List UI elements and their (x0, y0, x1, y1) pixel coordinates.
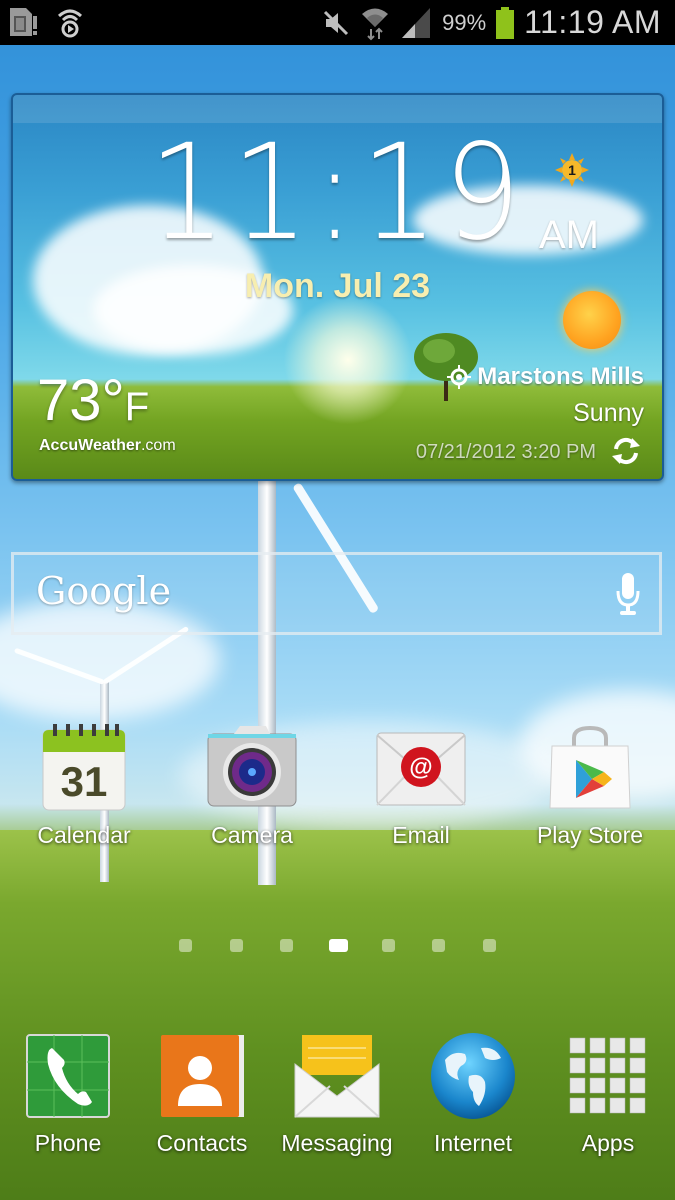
dock-phone[interactable]: Phone (0, 1030, 143, 1157)
temperature-value: 73° (37, 368, 125, 433)
weather-condition: Sunny (573, 399, 644, 427)
app-camera[interactable]: Camera (177, 722, 327, 849)
clock-ampm: AM (539, 213, 599, 257)
app-email[interactable]: @ Email (346, 722, 496, 849)
wifi-data-icon (362, 8, 389, 40)
page-dot[interactable] (382, 939, 395, 952)
page-indicator[interactable] (0, 938, 675, 954)
battery-percent: 99% (442, 9, 487, 35)
globe-icon (427, 1030, 519, 1122)
google-search-bar[interactable]: Google (11, 552, 662, 635)
sun-glow (283, 295, 413, 425)
page-dot[interactable] (230, 939, 243, 952)
app-label: Calendar (37, 822, 131, 848)
phone-icon (22, 1030, 114, 1122)
contacts-icon (156, 1030, 248, 1122)
email-icon: @ (375, 722, 467, 814)
app-label: Phone (34, 1130, 102, 1156)
temperature-unit: F (124, 385, 150, 429)
location-name: Marstons Mills (477, 363, 644, 390)
weather-location: Marstons Mills (447, 363, 644, 391)
location-target-icon (447, 365, 472, 389)
app-label: Camera (211, 822, 293, 848)
page-dot[interactable] (179, 939, 192, 952)
app-label: Play Store (536, 822, 644, 848)
refresh-icon[interactable] (610, 435, 642, 467)
play-store-icon (544, 722, 636, 814)
calendar-day: 31 (61, 758, 108, 805)
sim-card-alert-icon (10, 8, 37, 36)
status-time: 11:19 AM (524, 4, 661, 40)
accuweather-logo[interactable]: AccuWeather.com (39, 437, 176, 455)
messaging-icon (291, 1030, 383, 1122)
dock-apps[interactable]: Apps (533, 1030, 675, 1157)
dock-contacts[interactable]: Contacts (127, 1030, 277, 1157)
last-updated: 07/21/2012 3:20 PM (415, 441, 596, 463)
dock-internet[interactable]: Internet (398, 1030, 548, 1157)
page-dot-active[interactable] (329, 939, 348, 952)
weather-alert-sun-icon: 1 (555, 153, 589, 187)
media-cast-icon (57, 9, 83, 38)
provider-suffix: .com (140, 437, 176, 454)
page-dot[interactable] (280, 939, 293, 952)
app-label: Messaging (281, 1130, 393, 1156)
signal-icon (402, 7, 431, 38)
app-calendar[interactable]: 31 Calendar (9, 722, 159, 849)
app-label: Internet (434, 1130, 512, 1156)
microphone-icon[interactable] (615, 571, 641, 617)
google-logo: Google (36, 569, 172, 613)
status-bar[interactable]: 99% 11:19 AM (0, 0, 675, 45)
calendar-icon: 31 (38, 722, 130, 814)
battery-icon (496, 6, 515, 39)
app-play-store[interactable]: Play Store (515, 722, 665, 849)
app-label: Contacts (156, 1130, 248, 1156)
temperature: 73°F (37, 367, 149, 434)
mute-icon (324, 10, 349, 35)
weather-clock-widget[interactable]: 11:19 1 AM Mon. Jul 23 73°F AccuWeather.… (11, 93, 664, 481)
dock-messaging[interactable]: Messaging (262, 1030, 412, 1157)
app-label: Email (392, 822, 450, 848)
page-dot[interactable] (483, 939, 496, 952)
apps-grid-icon (562, 1030, 654, 1122)
camera-icon (206, 722, 298, 814)
page-dot[interactable] (432, 939, 445, 952)
clock-date: Mon. Jul 23 (244, 267, 431, 305)
provider-name: AccuWeather (39, 437, 141, 454)
svg-text:@: @ (409, 754, 432, 781)
alert-badge-count: 1 (568, 162, 576, 178)
app-label: Apps (581, 1130, 635, 1156)
